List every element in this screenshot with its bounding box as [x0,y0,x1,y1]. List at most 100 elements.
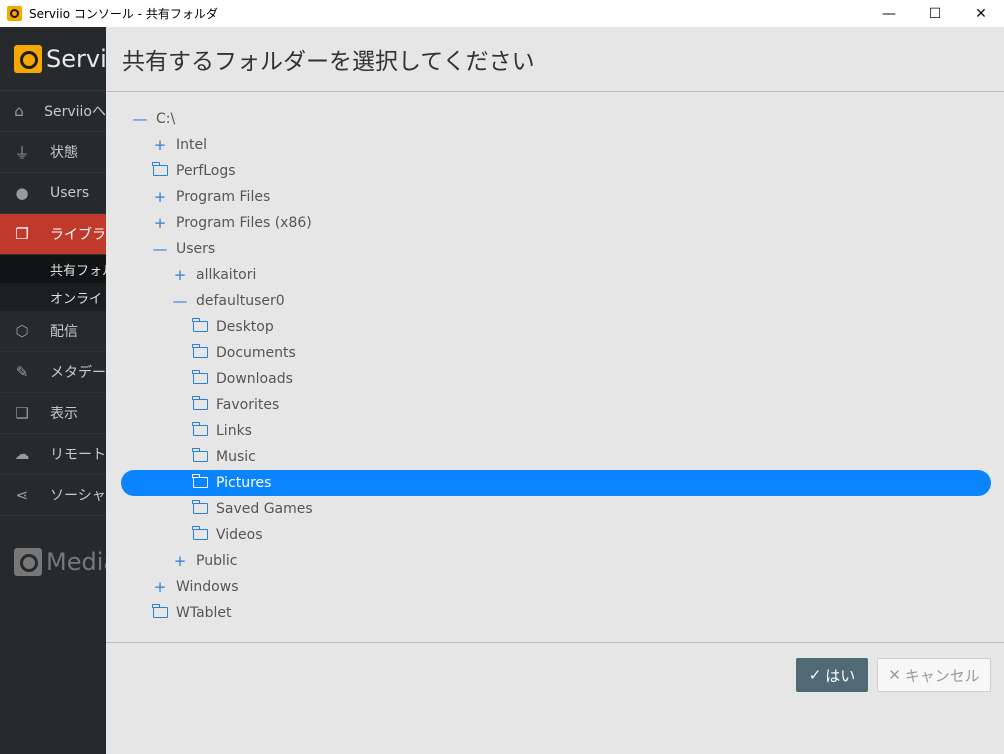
tree-node[interactable]: Pictures [121,470,991,496]
folder-shape [192,344,208,358]
tree-node[interactable]: — defaultuser0 [172,289,285,313]
folder-select-dialog: 共有するフォルダーを選択してください — C:\ + Intel PerfLogs + Pr… [106,27,1004,754]
dialog-header: 共有するフォルダーを選択してください [106,27,1004,92]
sidebar-item-edit[interactable]: ✎ メタデー [0,352,106,393]
cancel-button[interactable]: ✕ キャンセル [877,658,991,692]
collapse-icon[interactable]: — [172,292,188,310]
tree-node[interactable]: + allkaitori [172,263,257,287]
sidebar-item-display[interactable]: ❏ 表示 [0,393,106,434]
expand-icon[interactable]: + [152,188,168,206]
tree-node-label: Program Files (x86) [176,215,312,231]
folder-icon[interactable] [192,396,208,414]
folder-icon[interactable] [192,448,208,466]
sidebar-item-cube[interactable]: ⬡ 配信 [0,311,106,352]
folder-shape [152,604,168,618]
sidebar-item-label: ライブラ [50,227,106,243]
folder-icon[interactable] [192,318,208,336]
sidebar-item-library[interactable]: ❐ ライブラ [0,214,106,255]
maximize-button[interactable]: ☐ [912,0,958,27]
collapse-icon[interactable]: — [132,110,148,128]
tree-node-label: Users [176,241,216,257]
tree-node-label: Windows [176,579,239,595]
window-titlebar: Serviio コンソール - 共有フォルダ — ☐ ✕ [0,0,1004,27]
tree-node[interactable]: Desktop [192,315,274,339]
sidebar-item-home[interactable]: ⌂ Serviioへ [0,91,106,132]
tree-node[interactable]: — Users [152,237,216,261]
folder-shape [192,526,208,540]
yes-button[interactable]: ✓ はい [796,658,868,692]
sidebar-logo: Serviio [0,27,106,91]
tree-node[interactable]: — C:\ [132,107,176,131]
tree-node[interactable]: + Program Files [152,185,271,209]
folder-shape [192,396,208,410]
tree-node-label: Links [216,423,252,439]
expand-icon[interactable]: + [152,578,168,596]
collapse-icon[interactable]: — [152,240,168,258]
tree-node[interactable]: Saved Games [192,497,313,521]
tree-node-label: WTablet [176,605,232,621]
yes-label: はい [825,667,856,685]
folder-icon[interactable] [152,604,168,622]
plug-icon: ⏚ [14,143,30,162]
tree-node[interactable]: PerfLogs [152,159,236,183]
folder-icon[interactable] [192,344,208,362]
user-icon: ● [15,184,29,202]
tree-node-label: Documents [216,345,296,361]
tree-node[interactable]: + Windows [152,575,239,599]
folder-icon[interactable] [192,526,208,544]
edit-icon: ✎ [15,363,29,381]
sidebar-item-label: 配信 [50,324,78,340]
folder-icon[interactable] [192,370,208,388]
minimize-button[interactable]: — [866,0,912,27]
folder-shape [152,162,168,176]
folder-icon[interactable] [192,474,208,492]
folder-icon[interactable] [192,422,208,440]
tree-node[interactable]: Documents [192,341,296,365]
sidebar-item-label: リモート [50,447,106,463]
sidebar-item-share[interactable]: ⋖ ソーシャ [0,475,106,516]
sidebar-item-user[interactable]: ● Users [0,173,106,214]
tree-node[interactable]: Links [192,419,252,443]
folder-icon[interactable] [152,162,168,180]
folder-shape [192,474,208,488]
folder-icon[interactable] [192,500,208,518]
tree-node-label: PerfLogs [176,163,236,179]
check-icon: ✓ [808,667,822,684]
sidebar-item-plug[interactable]: ⏚ 状態 [0,132,106,173]
tree-node-label: Favorites [216,397,280,413]
sidebar-item-label: Serviioへ [44,104,106,120]
share-icon: ⋖ [15,486,29,504]
tree-node[interactable]: Videos [192,523,263,547]
sidebar-item-label: ソーシャ [50,488,106,504]
folder-shape [192,448,208,462]
tree-node[interactable]: + Program Files (x86) [152,211,312,235]
tree-node-label: Downloads [216,371,293,387]
cancel-label: キャンセル [904,667,980,685]
close-button[interactable]: ✕ [958,0,1004,27]
expand-icon[interactable]: + [152,136,168,154]
folder-shape [192,500,208,514]
expand-icon[interactable]: + [172,552,188,570]
cloud-icon: ☁ [14,445,30,463]
sidebar-item-label: Users [50,185,90,201]
tree-node-label: Pictures [216,475,272,491]
tree-node[interactable]: + Public [172,549,238,573]
serviio-app-icon [7,6,22,21]
sidebar-item-cloud[interactable]: ☁ リモート [0,434,106,475]
tree-node-label: Saved Games [216,501,313,517]
tree-node[interactable]: + Intel [152,133,207,157]
tree-node-label: allkaitori [196,267,257,283]
tree-node[interactable]: Music [192,445,256,469]
expand-icon[interactable]: + [152,214,168,232]
display-icon: ❏ [15,404,29,422]
tree-node-label: Public [196,553,238,569]
expand-icon[interactable]: + [172,266,188,284]
sidebar-subitem[interactable]: 共有フォル [0,255,106,283]
tree-node[interactable]: Downloads [192,367,293,391]
sidebar-subitem[interactable]: オンライ [0,283,106,311]
window-title: Serviio コンソール - 共有フォルダ [29,7,218,21]
tree-node[interactable]: WTablet [152,601,232,625]
serviio-logo-icon [14,44,42,73]
cube-icon: ⬡ [15,322,29,340]
tree-node[interactable]: Favorites [192,393,279,417]
